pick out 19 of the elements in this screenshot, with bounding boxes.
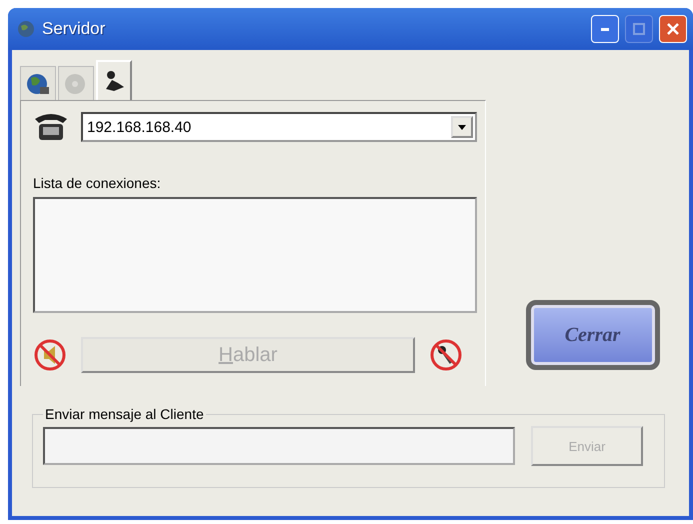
maximize-icon [633, 23, 645, 35]
address-dropdown[interactable]: 192.168.168.40 [81, 112, 477, 142]
window-title: Servidor [42, 19, 106, 39]
close-button[interactable] [659, 15, 687, 43]
close-dialog-button[interactable]: Cerrar [526, 300, 660, 370]
close-icon [666, 22, 680, 36]
address-value: 192.168.168.40 [86, 118, 192, 136]
group-title: Enviar mensaje al Cliente [44, 406, 205, 422]
minimize-icon [601, 28, 609, 30]
muted-microphone-icon [429, 338, 463, 372]
connections-list[interactable] [33, 197, 477, 313]
globe-icon [26, 72, 50, 96]
globe-icon [16, 19, 36, 39]
disc-icon [64, 72, 88, 96]
connections-label: Lista de conexiones: [33, 175, 162, 191]
muted-speaker-icon [33, 338, 67, 372]
caret-icon [458, 124, 466, 130]
message-input[interactable] [43, 427, 515, 465]
minimize-button[interactable] [591, 15, 619, 43]
